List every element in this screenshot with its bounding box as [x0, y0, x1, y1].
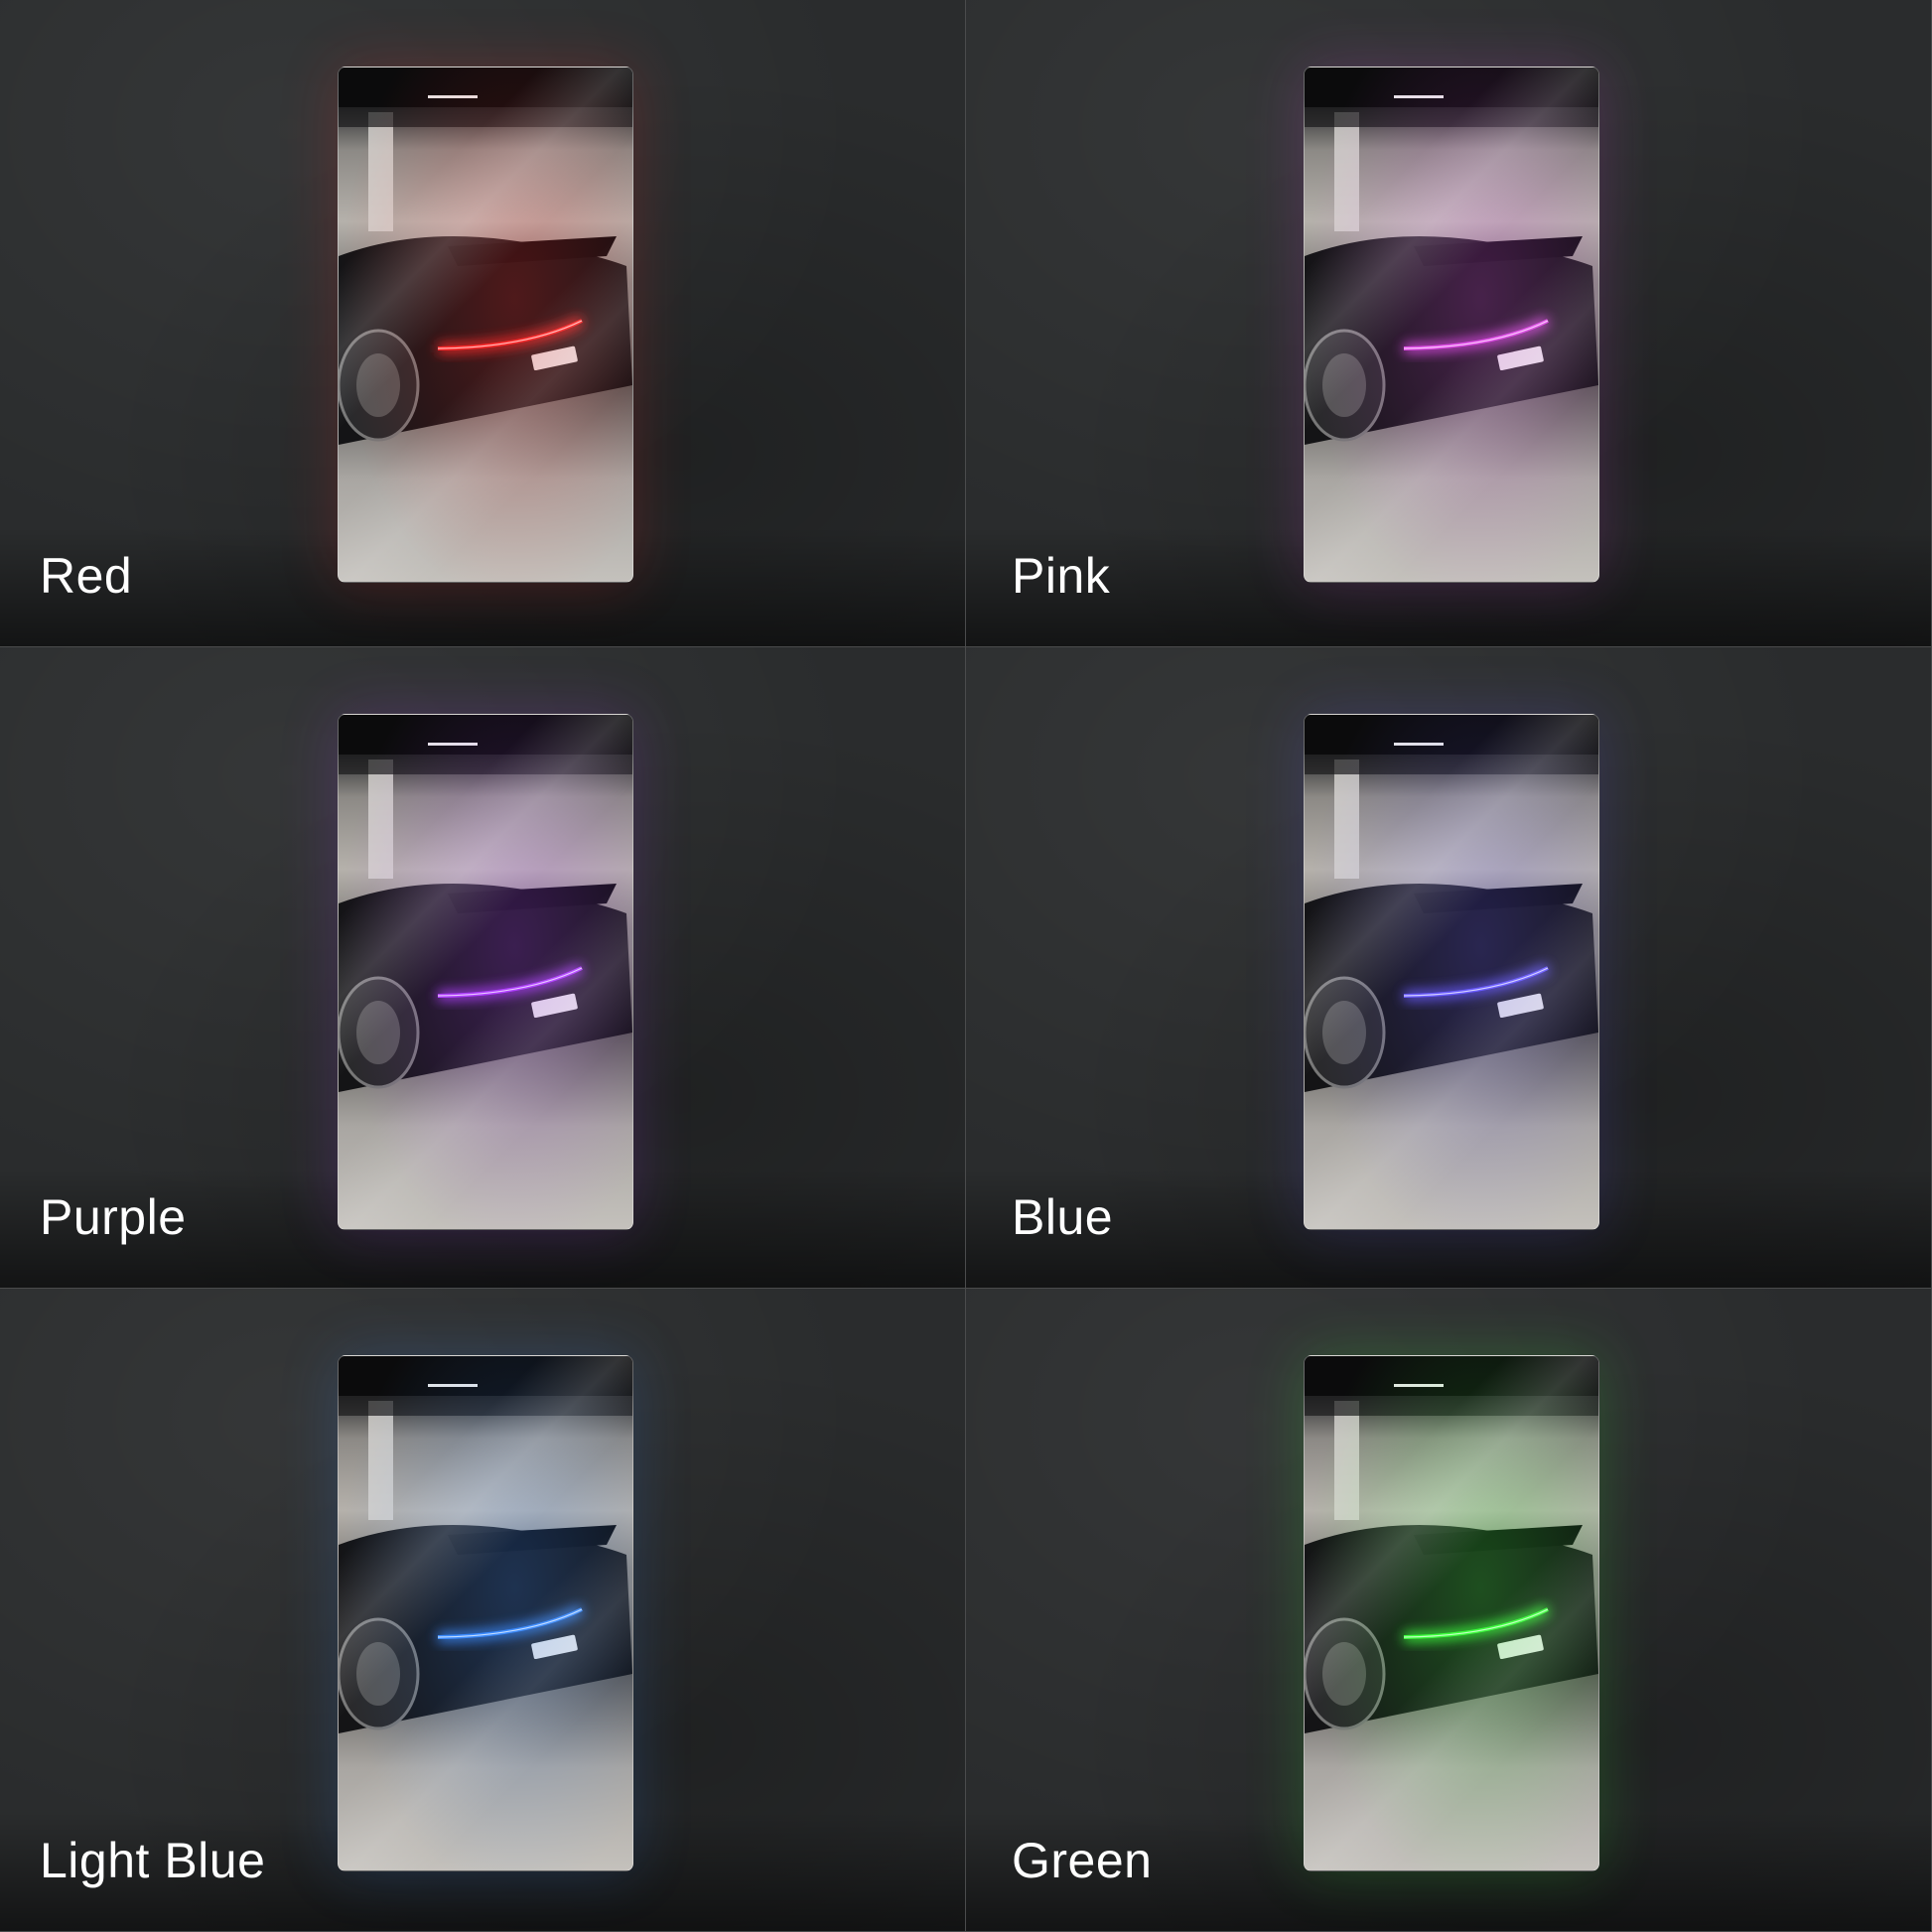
- variant-label: Blue: [1012, 1189, 1114, 1245]
- car-light-panel: [338, 67, 633, 583]
- car-light-panel: [1304, 714, 1599, 1230]
- variant-cell: Red: [0, 0, 966, 647]
- car-light-panel: [338, 1355, 633, 1871]
- car-illustration: [1305, 1356, 1598, 1870]
- variant-cell: Blue: [966, 647, 1932, 1289]
- car-illustration: [339, 1356, 632, 1870]
- variant-label: Light Blue: [40, 1833, 266, 1888]
- car-illustration: [1305, 715, 1598, 1229]
- car-light-panel: [1304, 67, 1599, 583]
- color-variant-grid: Red Pink Purple Blue Light Blue Green: [0, 0, 1932, 1932]
- variant-label: Red: [40, 548, 133, 604]
- variant-cell: Purple: [0, 647, 966, 1289]
- car-illustration: [339, 68, 632, 582]
- variant-label: Purple: [40, 1189, 187, 1245]
- variant-label: Pink: [1012, 548, 1111, 604]
- car-illustration: [339, 715, 632, 1229]
- car-light-panel: [338, 714, 633, 1230]
- variant-cell: Green: [966, 1289, 1932, 1932]
- variant-cell: Pink: [966, 0, 1932, 647]
- variant-label: Green: [1012, 1833, 1153, 1888]
- variant-cell: Light Blue: [0, 1289, 966, 1932]
- car-light-panel: [1304, 1355, 1599, 1871]
- car-illustration: [1305, 68, 1598, 582]
